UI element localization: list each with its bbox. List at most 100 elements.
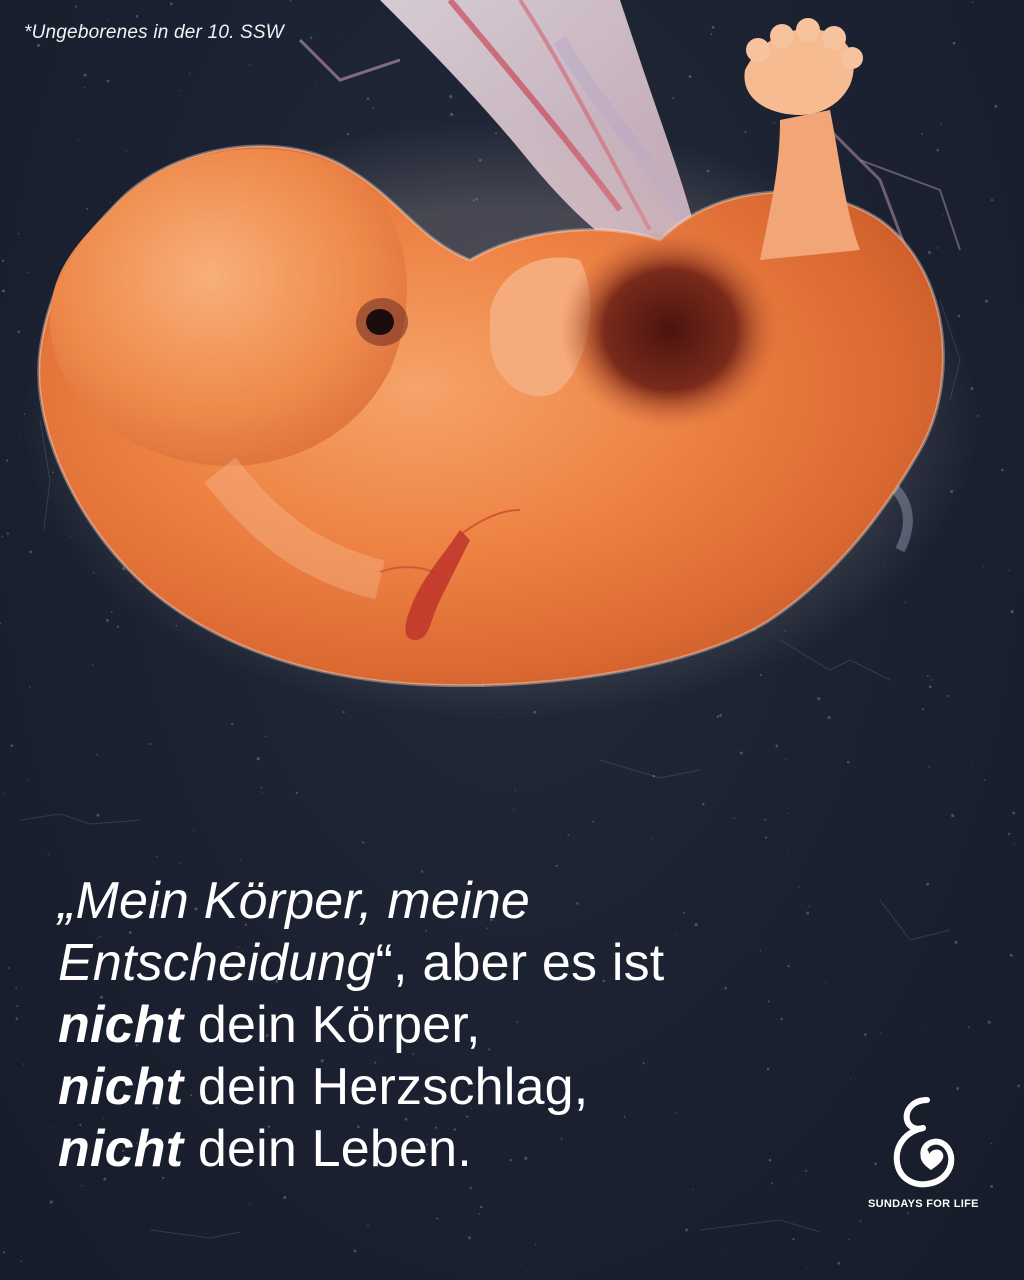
speckle	[534, 1243, 537, 1246]
speckle	[805, 1268, 807, 1270]
quote-line-4: nicht dein Herzschlag,	[58, 1056, 818, 1118]
speckle	[512, 809, 514, 811]
quote-line-3-rest: dein Körper,	[183, 996, 481, 1054]
speckle	[178, 861, 181, 864]
speckle	[467, 1236, 471, 1240]
speckle	[967, 1026, 970, 1029]
speckle	[928, 766, 931, 768]
speckle	[15, 1012, 17, 1014]
speckle	[765, 836, 768, 839]
speckle	[80, 1184, 83, 1187]
speckle	[907, 1212, 910, 1215]
speckle	[16, 1005, 19, 1008]
speckle	[850, 1078, 852, 1080]
speckle	[193, 829, 195, 832]
speckle	[685, 1228, 689, 1232]
speckle	[837, 1261, 841, 1265]
photo-caption: *Ungeborenes in der 10. SSW	[24, 22, 284, 43]
speckle	[926, 882, 930, 886]
speckle	[1009, 953, 1013, 957]
speckle	[7, 967, 10, 969]
speckle	[514, 789, 516, 792]
speckle	[733, 817, 735, 819]
speckle	[652, 774, 656, 778]
speckle	[1013, 842, 1015, 844]
speckle	[941, 1225, 943, 1227]
speckle	[155, 855, 158, 858]
speckle	[49, 1200, 53, 1204]
logo-text: SUNDAYS FOR LIFE	[868, 1198, 979, 1210]
speckle	[47, 853, 49, 856]
speckle	[248, 1204, 250, 1206]
sundays-for-life-logo: SUNDAYS FOR LIFE	[868, 1092, 978, 1210]
speckle	[52, 1126, 54, 1129]
speckle	[992, 1093, 994, 1095]
speckle	[787, 812, 790, 814]
speckle	[555, 864, 558, 867]
quote-line-5-rest: dein Leben.	[183, 1120, 472, 1178]
speckle	[951, 814, 955, 818]
quote-line-2: Entscheidung“, aber es ist	[58, 932, 818, 994]
speckle	[436, 1217, 439, 1220]
quote-text: „Mein Körper, meine Entscheidung“, aber …	[58, 870, 818, 1180]
speckle	[889, 837, 891, 839]
speckle	[1017, 1084, 1020, 1088]
speckle	[260, 786, 263, 789]
speckle	[3, 792, 5, 794]
speckle	[987, 1020, 991, 1024]
speckle	[478, 1213, 481, 1215]
embryo-photo	[20, 0, 980, 720]
speckle	[15, 1017, 19, 1020]
speckle	[787, 849, 789, 851]
speckle	[722, 1252, 724, 1254]
speckle	[658, 1201, 660, 1203]
speckle	[1007, 832, 1011, 836]
speckle	[927, 1024, 929, 1026]
speckle	[848, 1238, 850, 1241]
speckle	[954, 940, 958, 944]
speckle	[846, 760, 850, 764]
speckle	[954, 851, 955, 852]
speckle	[859, 1220, 862, 1222]
speckle	[825, 981, 827, 984]
speckle	[362, 841, 365, 844]
quote-line-3-bold: nicht	[58, 996, 184, 1054]
speckle	[367, 1224, 369, 1227]
speckle	[1012, 811, 1016, 815]
quote-line-4-rest: dein Herzschlag,	[183, 1058, 589, 1116]
quote-line-2-italic: Entscheidung	[58, 934, 376, 992]
speckle	[96, 813, 100, 817]
mother-child-icon	[893, 1097, 955, 1188]
speckle	[20, 1260, 23, 1263]
poster: *Ungeborenes in der 10. SSW „Mein Körper…	[0, 0, 1024, 1280]
speckle	[792, 1237, 795, 1241]
quote-line-1: „Mein Körper, meine	[58, 870, 818, 932]
quote-line-5-bold: nicht	[58, 1120, 184, 1178]
quote-line-3: nicht dein Körper,	[58, 994, 818, 1056]
speckle	[521, 1264, 523, 1266]
speckle	[764, 818, 767, 821]
speckle	[651, 837, 653, 839]
speckle	[990, 1184, 994, 1188]
speckle	[990, 1142, 993, 1145]
speckle	[479, 1205, 483, 1209]
speckle	[469, 1186, 472, 1190]
embryo	[37, 18, 945, 688]
speckle	[22, 1063, 25, 1065]
speckle	[36, 817, 38, 819]
speckle	[702, 803, 705, 806]
quote-line-5: nicht dein Leben.	[58, 1118, 818, 1180]
speckle	[316, 787, 318, 789]
speckle	[692, 1188, 694, 1191]
speckle	[592, 820, 594, 823]
speckle	[15, 987, 18, 990]
speckle	[771, 1182, 773, 1185]
speckle	[240, 859, 242, 861]
speckle	[2, 1251, 5, 1254]
quote-line-2-rest: “, aber es ist	[375, 934, 665, 992]
quote-line-4-bold: nicht	[58, 1058, 184, 1116]
speckle	[283, 1195, 287, 1200]
quote-line-1-text: „Mein Körper, meine	[58, 872, 531, 930]
speckle	[956, 1087, 960, 1090]
speckle	[28, 779, 30, 781]
